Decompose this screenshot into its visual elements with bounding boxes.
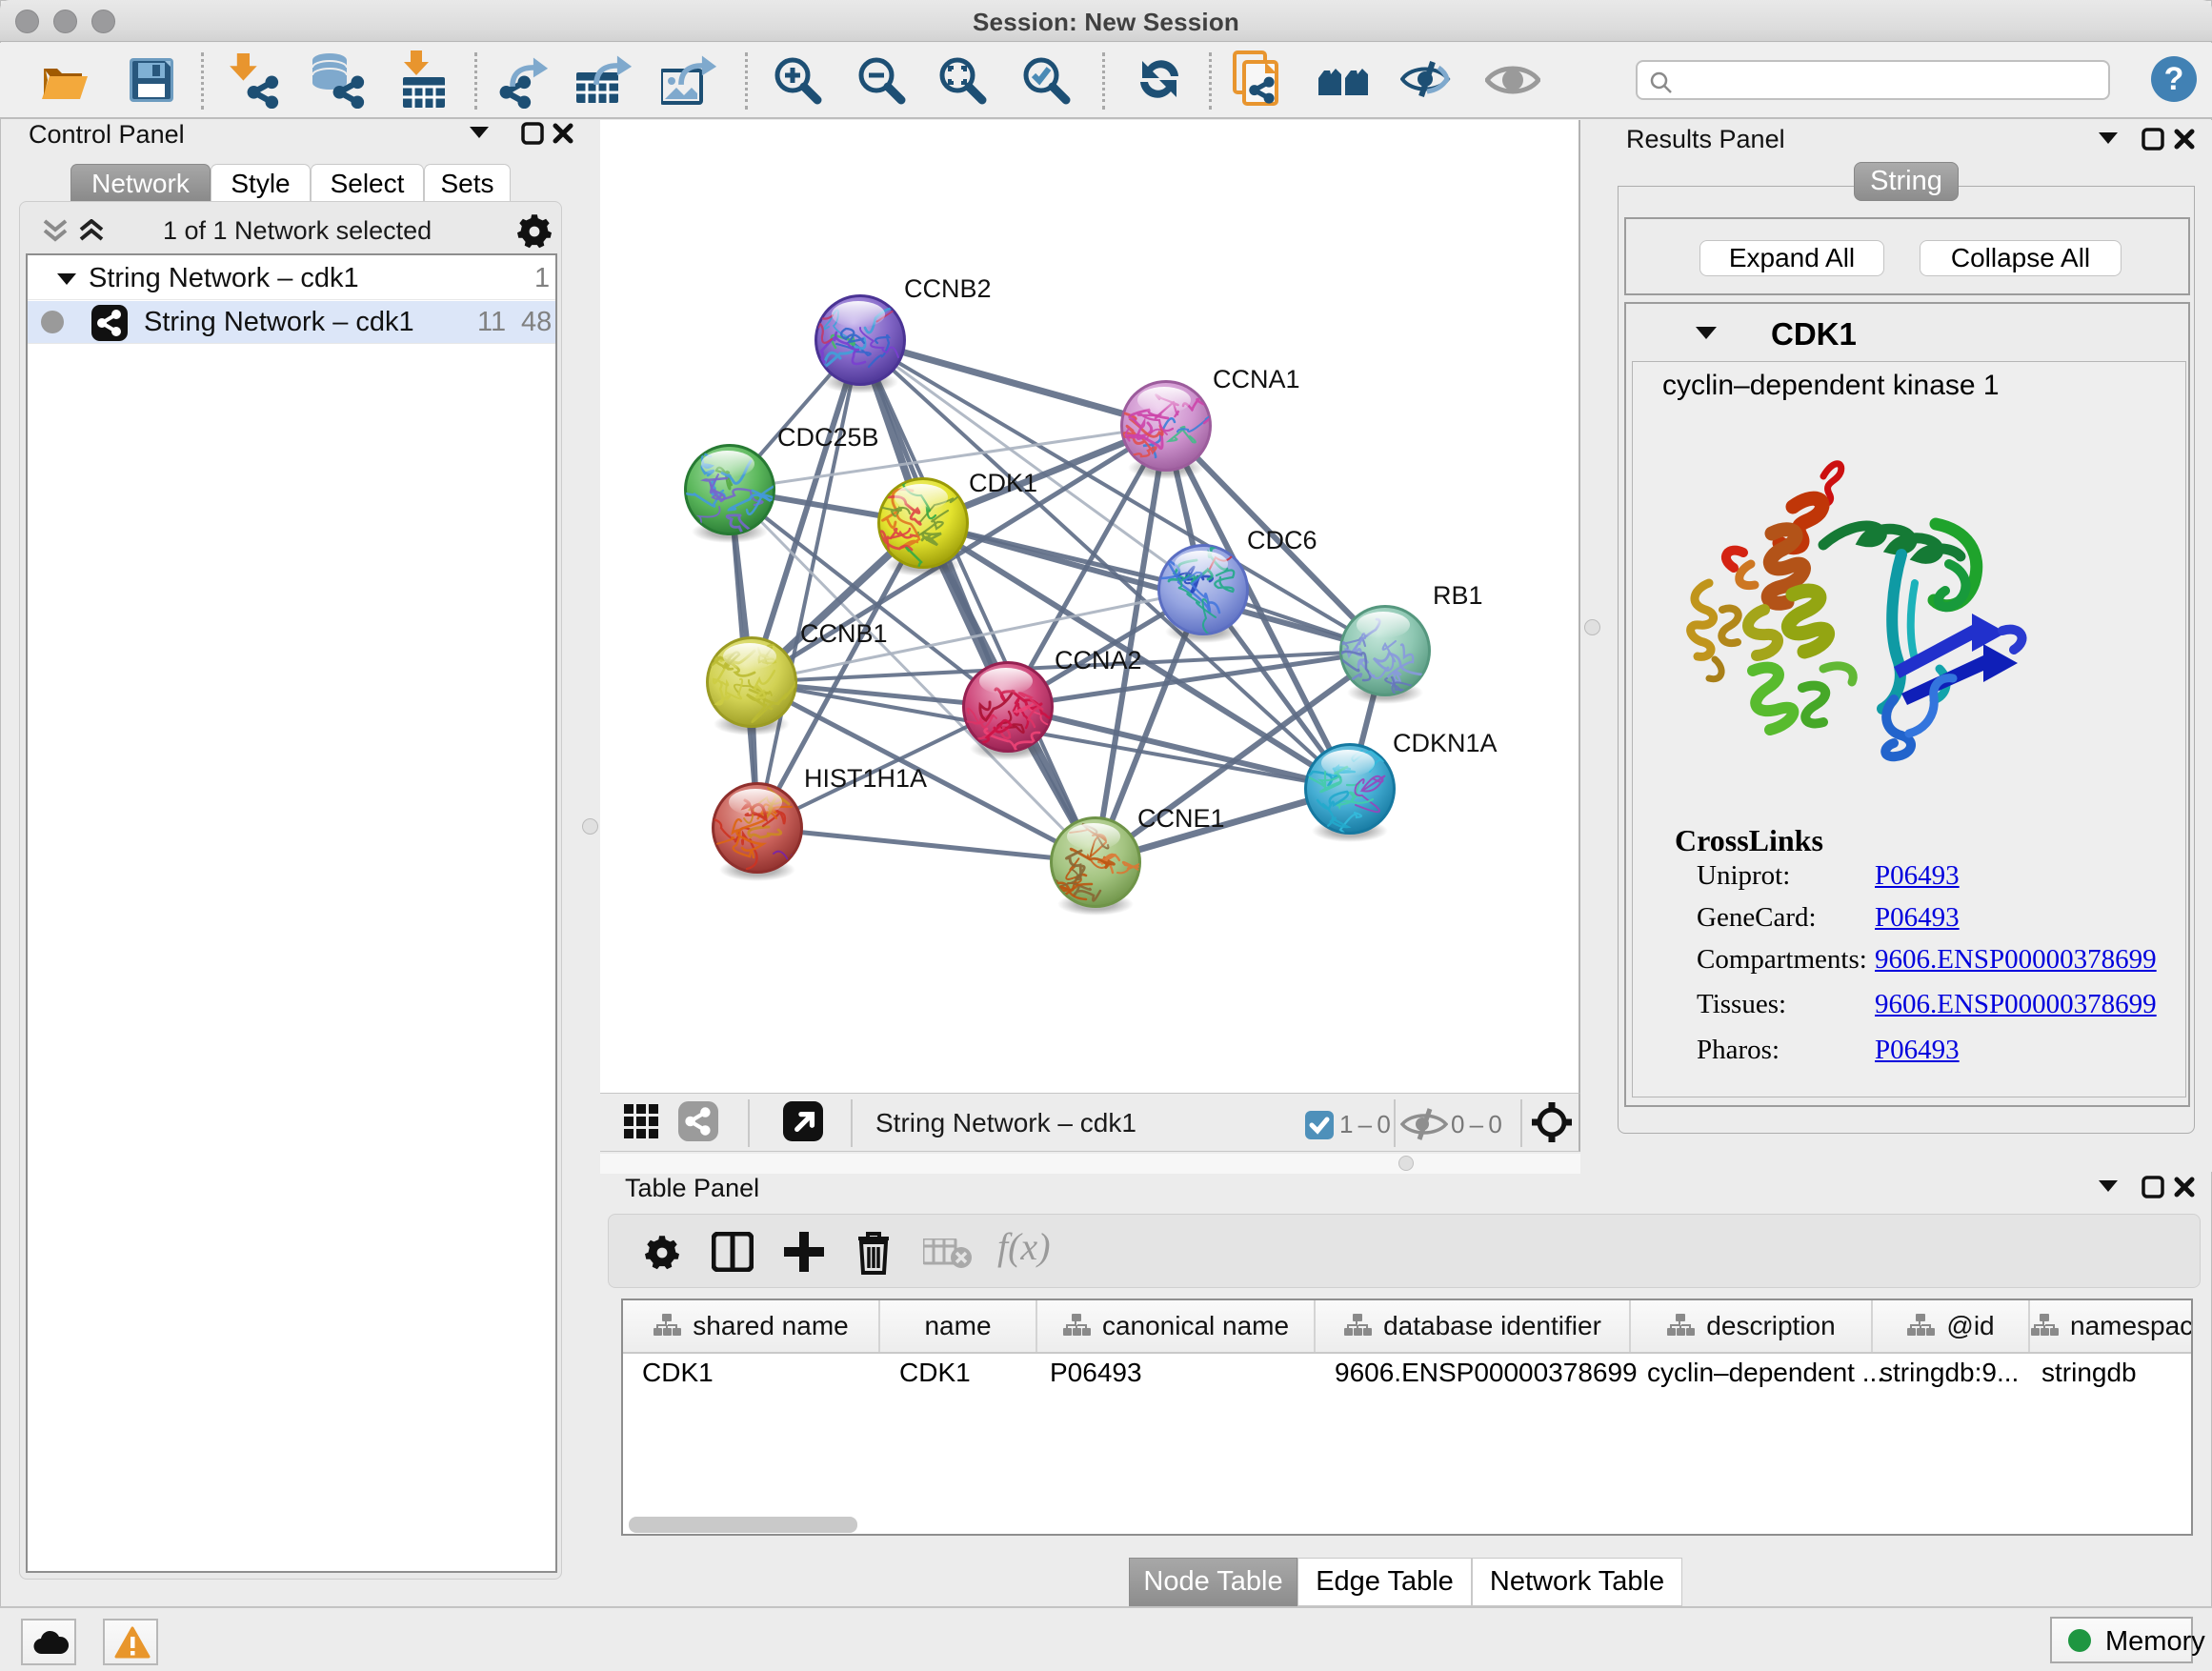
- svg-text:CCNA2: CCNA2: [1055, 646, 1142, 674]
- svg-text:CCNE1: CCNE1: [1137, 804, 1225, 833]
- svg-text:CCNB1: CCNB1: [800, 619, 888, 648]
- svg-text:CDKN1A: CDKN1A: [1393, 729, 1498, 757]
- svg-text:CDC6: CDC6: [1247, 526, 1317, 554]
- svg-text:CDC25B: CDC25B: [777, 423, 879, 452]
- svg-text:CCNB2: CCNB2: [904, 274, 992, 303]
- svg-text:RB1: RB1: [1433, 581, 1483, 610]
- svg-text:HIST1H1A: HIST1H1A: [804, 764, 927, 793]
- svg-text:CCNA1: CCNA1: [1213, 365, 1300, 393]
- svg-text:CDK1: CDK1: [969, 469, 1037, 497]
